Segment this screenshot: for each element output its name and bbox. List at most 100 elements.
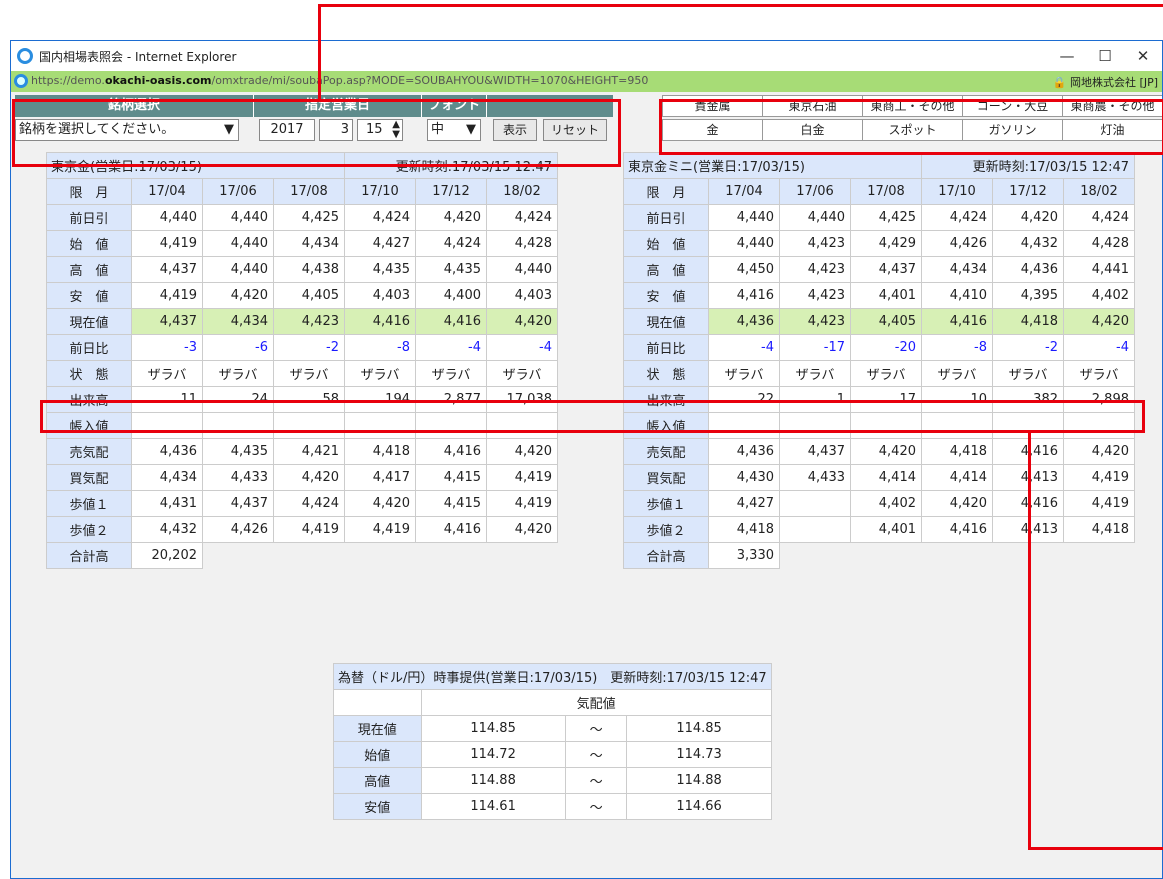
- nav-row1-item[interactable]: 貴金属: [662, 95, 763, 117]
- show-button[interactable]: 表示: [493, 119, 537, 141]
- nav-row1-item[interactable]: 東商工・その他: [862, 95, 963, 117]
- table-row: 現在値 4,436 4,423 4,405 4,416 4,418 4,420: [623, 308, 1135, 335]
- data-cell: 4,403: [344, 282, 416, 309]
- close-button[interactable]: ✕: [1128, 45, 1158, 67]
- data-cell: 4,440: [486, 256, 558, 283]
- row-label: 売気配: [623, 438, 709, 465]
- data-cell: 4,423: [779, 230, 851, 257]
- table-row: 始値 114.72 ～ 114.73: [333, 741, 772, 768]
- total-label: 合計高: [46, 542, 132, 569]
- nav-row1-item[interactable]: 東京石油: [762, 95, 863, 117]
- row-label: 前日比: [46, 334, 132, 361]
- url-text[interactable]: https://demo.okachi-oasis.com/omxtrade/m…: [31, 74, 648, 87]
- fx-empty-header: [333, 689, 422, 716]
- row-label: 前日引: [623, 204, 709, 231]
- fx-row-label: 現在値: [333, 715, 422, 742]
- data-cell: 1: [779, 386, 851, 413]
- data-cell: 4,427: [344, 230, 416, 257]
- spinner-icon[interactable]: ▲ ▼: [392, 120, 400, 140]
- table-row: 歩値１ 4,431 4,437 4,424 4,420 4,415 4,419: [46, 490, 558, 517]
- data-cell: 11: [131, 386, 203, 413]
- table-row: 始 値 4,419 4,440 4,434 4,427 4,424 4,428: [46, 230, 558, 257]
- data-cell: ザラバ: [486, 360, 558, 387]
- lock-icon: 🔒: [1052, 76, 1067, 89]
- nav-row2-item[interactable]: ガソリン: [962, 119, 1063, 141]
- data-cell: 4,426: [202, 516, 274, 543]
- month-header: 17/10: [921, 178, 993, 205]
- data-cell: 17,038: [486, 386, 558, 413]
- table-row: 売気配 4,436 4,437 4,420 4,418 4,416 4,420: [623, 438, 1135, 465]
- data-cell: 4,432: [131, 516, 203, 543]
- nav-row2-item[interactable]: 白金: [762, 119, 863, 141]
- reset-button[interactable]: リセット: [543, 119, 607, 141]
- data-cell: 4,405: [273, 282, 345, 309]
- data-cell: 4,416: [415, 308, 487, 335]
- data-cell: 4,440: [131, 204, 203, 231]
- symbol-select[interactable]: 銘柄を選択してください。 ▼: [15, 119, 239, 141]
- data-cell: 4,416: [921, 308, 993, 335]
- address-bar[interactable]: https://demo.okachi-oasis.com/omxtrade/m…: [11, 71, 1162, 92]
- row-label: 歩値２: [623, 516, 709, 543]
- data-cell: 4,427: [708, 490, 780, 517]
- data-cell: ザラバ: [344, 360, 416, 387]
- data-cell: 4,424: [921, 204, 993, 231]
- data-cell: [779, 516, 851, 543]
- title-bar: 国内相場表照会 - Internet Explorer — ☐ ✕: [11, 41, 1162, 71]
- data-cell: [921, 412, 993, 439]
- data-cell: 4,405: [850, 308, 922, 335]
- data-cell: -3: [131, 334, 203, 361]
- font-select[interactable]: 中 ▼: [427, 119, 481, 141]
- data-cell: 4,420: [921, 490, 993, 517]
- table-row: 売気配 4,436 4,435 4,421 4,418 4,416 4,420: [46, 438, 558, 465]
- data-cell: -6: [202, 334, 274, 361]
- row-label: 出来高: [46, 386, 132, 413]
- data-cell: -4: [486, 334, 558, 361]
- data-cell: 2,877: [415, 386, 487, 413]
- data-cell: 4,419: [486, 464, 558, 491]
- row-label: 状 態: [46, 360, 132, 387]
- data-cell: 4,435: [202, 438, 274, 465]
- nav-row2-item[interactable]: 灯油: [1062, 119, 1162, 141]
- total-value: 20,202: [131, 542, 203, 569]
- data-cell: [273, 412, 345, 439]
- table-row: 高 値 4,450 4,423 4,437 4,434 4,436 4,441: [623, 256, 1135, 283]
- day-input[interactable]: 15 ▲ ▼: [357, 119, 403, 141]
- header-filler: [487, 95, 613, 117]
- browser-window: 国内相場表照会 - Internet Explorer — ☐ ✕ https:…: [10, 40, 1163, 879]
- year-input[interactable]: 2017: [259, 119, 315, 141]
- row-label: 現在値: [46, 308, 132, 335]
- nav-row1-item[interactable]: 東商農・その他: [1062, 95, 1162, 117]
- data-cell: 4,402: [1063, 282, 1135, 309]
- nav-row2-item[interactable]: 金: [662, 119, 763, 141]
- data-cell: -17: [779, 334, 851, 361]
- data-cell: 24: [202, 386, 274, 413]
- data-cell: 4,436: [708, 438, 780, 465]
- data-cell: 4,441: [1063, 256, 1135, 283]
- maximize-button[interactable]: ☐: [1090, 45, 1120, 67]
- data-cell: 10: [921, 386, 993, 413]
- data-cell: 4,437: [131, 308, 203, 335]
- nav-row1-item[interactable]: コーン・大豆: [962, 95, 1063, 117]
- data-cell: 4,419: [131, 230, 203, 257]
- month-input[interactable]: 3: [319, 119, 353, 141]
- ie-logo-icon: [17, 48, 33, 64]
- row-label: 始 値: [46, 230, 132, 257]
- minimize-button[interactable]: —: [1052, 45, 1082, 67]
- table-caption: 東京金(営業日:17/03/15): [46, 152, 345, 179]
- row-label: 安 値: [46, 282, 132, 309]
- data-cell: 4,420: [344, 490, 416, 517]
- data-cell: [202, 412, 274, 439]
- data-cell: 4,425: [850, 204, 922, 231]
- month-header: 17/12: [992, 178, 1064, 205]
- nav-row2-item[interactable]: スポット: [862, 119, 963, 141]
- data-cell: 4,438: [273, 256, 345, 283]
- certificate-info[interactable]: 🔒 岡地株式会社 [JP]: [1053, 74, 1158, 90]
- data-cell: 4,419: [1063, 490, 1135, 517]
- month-header: 17/04: [131, 178, 203, 205]
- data-cell: [708, 412, 780, 439]
- data-cell: 4,433: [202, 464, 274, 491]
- data-cell: 4,418: [992, 308, 1064, 335]
- data-cell: ザラバ: [131, 360, 203, 387]
- fx-table: 為替（ドル/円）時事提供(営業日:17/03/15) 更新時刻:17/03/15…: [333, 663, 772, 820]
- data-cell: 4,423: [273, 308, 345, 335]
